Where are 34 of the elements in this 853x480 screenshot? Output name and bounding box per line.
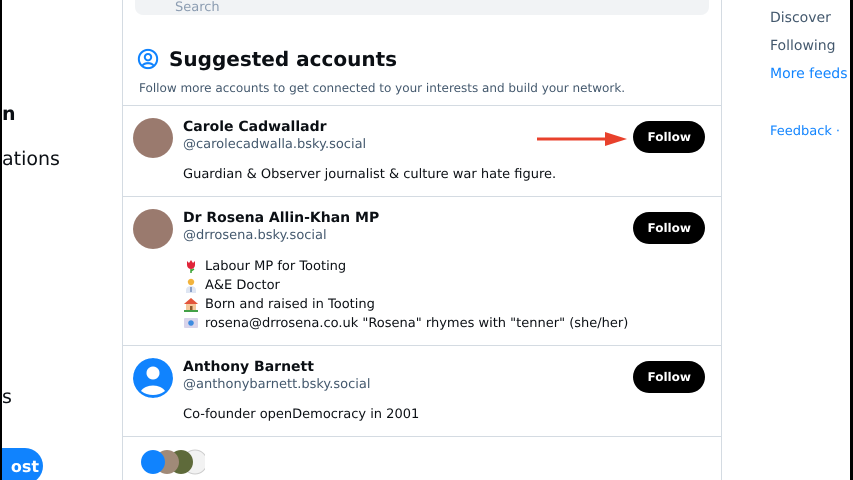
account-name[interactable]: Carole Cadwalladr — [183, 119, 327, 135]
envelope-icon — [183, 315, 199, 331]
section-title: Suggested accounts — [169, 47, 398, 71]
house-icon — [183, 296, 199, 312]
photo-placeholder[interactable] — [133, 209, 173, 249]
post-button[interactable]: ost — [2, 448, 43, 480]
doctor-icon — [183, 277, 199, 293]
account-name[interactable]: Dr Rosena Allin-Khan MP — [183, 210, 380, 226]
follow-button[interactable]: Follow — [633, 121, 705, 153]
search-field[interactable]: Search — [135, 0, 709, 15]
bio-text: Labour MP for Tooting — [205, 258, 346, 274]
nav-item[interactable]: ations — [2, 148, 122, 170]
default-avatar-icon[interactable] — [133, 358, 173, 398]
account-name[interactable]: Anthony Barnett — [183, 359, 314, 375]
bio-text: Co-founder openDemocracy in 2001 — [183, 407, 420, 422]
bio-text: Born and raised in Tooting — [205, 296, 375, 312]
bio-text: Guardian & Observer journalist & culture war hate figure. — [183, 167, 556, 182]
feed-link[interactable]: Discover — [770, 10, 850, 26]
feed-link[interactable]: Following — [770, 38, 850, 54]
footer-link[interactable]: Feedback — [770, 124, 832, 139]
section-subtitle: Follow more accounts to get connected to your interests and build your network. — [139, 81, 626, 95]
photo-placeholder[interactable] — [133, 118, 173, 158]
account-handle[interactable]: @carolecadwalla.bsky.social — [183, 137, 366, 152]
nav-item[interactable]: n — [2, 103, 122, 125]
bio-text: A&E Doctor — [205, 278, 280, 292]
user-circle-icon — [137, 48, 159, 70]
follow-button[interactable]: Follow — [633, 361, 705, 393]
footer-link[interactable]: · — [836, 124, 840, 139]
account-handle[interactable]: @anthonybarnett.bsky.social — [183, 377, 370, 392]
nav-item[interactable]: s — [2, 386, 122, 408]
more-feeds-link[interactable]: More feeds — [770, 66, 850, 82]
bio-text: rosena@drrosena.co.uk "Rosena" rhymes with "tenner" (she/her) — [205, 316, 628, 330]
follow-button[interactable]: Follow — [633, 212, 705, 244]
account-handle[interactable]: @drrosena.bsky.social — [183, 228, 327, 243]
